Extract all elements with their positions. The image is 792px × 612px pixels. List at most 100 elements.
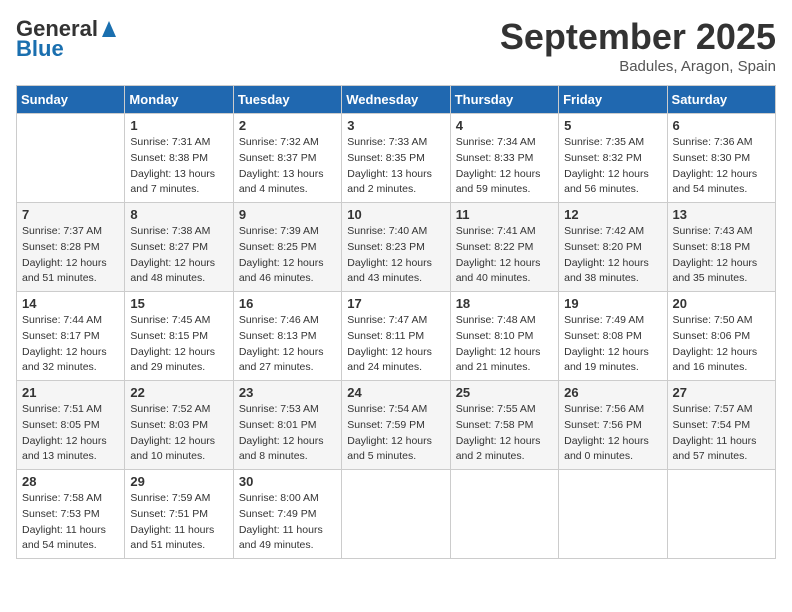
page-header: General Blue September 2025 Badules, Ara… <box>16 16 776 75</box>
calendar-cell: 28 Sunrise: 7:58 AM Sunset: 7:53 PM Dayli… <box>17 470 125 559</box>
day-number: 13 <box>673 207 770 222</box>
day-info: Sunrise: 7:39 AM Sunset: 8:25 PM Dayligh… <box>239 224 336 287</box>
calendar-cell: 14 Sunrise: 7:44 AM Sunset: 8:17 PM Dayli… <box>17 292 125 381</box>
day-number: 30 <box>239 474 336 489</box>
day-info: Sunrise: 7:37 AM Sunset: 8:28 PM Dayligh… <box>22 224 119 287</box>
day-info: Sunrise: 7:36 AM Sunset: 8:30 PM Dayligh… <box>673 135 770 198</box>
day-info: Sunrise: 7:57 AM Sunset: 7:54 PM Dayligh… <box>673 402 770 465</box>
calendar-cell: 9 Sunrise: 7:39 AM Sunset: 8:25 PM Daylig… <box>233 203 341 292</box>
calendar-cell: 11 Sunrise: 7:41 AM Sunset: 8:22 PM Dayli… <box>450 203 558 292</box>
day-info: Sunrise: 7:55 AM Sunset: 7:58 PM Dayligh… <box>456 402 553 465</box>
day-number: 5 <box>564 118 661 133</box>
weekday-header-thursday: Thursday <box>450 86 558 114</box>
weekday-header-saturday: Saturday <box>667 86 775 114</box>
title-block: September 2025 Badules, Aragon, Spain <box>500 16 776 75</box>
calendar-cell: 25 Sunrise: 7:55 AM Sunset: 7:58 PM Dayli… <box>450 381 558 470</box>
weekday-header-wednesday: Wednesday <box>342 86 450 114</box>
day-number: 23 <box>239 385 336 400</box>
day-info: Sunrise: 7:59 AM Sunset: 7:51 PM Dayligh… <box>130 491 227 554</box>
day-info: Sunrise: 8:00 AM Sunset: 7:49 PM Dayligh… <box>239 491 336 554</box>
calendar-cell <box>450 470 558 559</box>
weekday-header-friday: Friday <box>559 86 667 114</box>
calendar-cell: 27 Sunrise: 7:57 AM Sunset: 7:54 PM Dayli… <box>667 381 775 470</box>
day-info: Sunrise: 7:45 AM Sunset: 8:15 PM Dayligh… <box>130 313 227 376</box>
calendar-cell: 8Sunrise: 7:38 AM Sunset: 8:27 PM Daylig… <box>125 203 233 292</box>
calendar-cell: 26 Sunrise: 7:56 AM Sunset: 7:56 PM Dayli… <box>559 381 667 470</box>
day-info: Sunrise: 7:58 AM Sunset: 7:53 PM Dayligh… <box>22 491 119 554</box>
weekday-header-monday: Monday <box>125 86 233 114</box>
day-info: Sunrise: 7:56 AM Sunset: 7:56 PM Dayligh… <box>564 402 661 465</box>
day-number: 3 <box>347 118 444 133</box>
day-number: 25 <box>456 385 553 400</box>
day-number: 19 <box>564 296 661 311</box>
day-number: 18 <box>456 296 553 311</box>
calendar-cell: 6 Sunrise: 7:36 AM Sunset: 8:30 PM Daylig… <box>667 114 775 203</box>
calendar-cell: 4Sunrise: 7:34 AM Sunset: 8:33 PM Daylig… <box>450 114 558 203</box>
day-info: Sunrise: 7:47 AM Sunset: 8:11 PM Dayligh… <box>347 313 444 376</box>
day-number: 28 <box>22 474 119 489</box>
calendar-cell: 5 Sunrise: 7:35 AM Sunset: 8:32 PM Daylig… <box>559 114 667 203</box>
calendar-cell <box>342 470 450 559</box>
day-info: Sunrise: 7:51 AM Sunset: 8:05 PM Dayligh… <box>22 402 119 465</box>
calendar-cell <box>559 470 667 559</box>
calendar-cell: 19 Sunrise: 7:49 AM Sunset: 8:08 PM Dayli… <box>559 292 667 381</box>
day-info: Sunrise: 7:52 AM Sunset: 8:03 PM Dayligh… <box>130 402 227 465</box>
calendar-cell: 3 Sunrise: 7:33 AM Sunset: 8:35 PM Daylig… <box>342 114 450 203</box>
day-info: Sunrise: 7:38 AM Sunset: 8:27 PM Dayligh… <box>130 224 227 287</box>
calendar-cell: 18 Sunrise: 7:48 AM Sunset: 8:10 PM Dayli… <box>450 292 558 381</box>
day-number: 10 <box>347 207 444 222</box>
day-number: 17 <box>347 296 444 311</box>
day-info: Sunrise: 7:48 AM Sunset: 8:10 PM Dayligh… <box>456 313 553 376</box>
logo: General Blue <box>16 16 118 62</box>
calendar-cell: 20 Sunrise: 7:50 AM Sunset: 8:06 PM Dayli… <box>667 292 775 381</box>
day-info: Sunrise: 7:31 AM Sunset: 8:38 PM Dayligh… <box>130 135 227 198</box>
day-number: 14 <box>22 296 119 311</box>
calendar-cell: 13 Sunrise: 7:43 AM Sunset: 8:18 PM Dayli… <box>667 203 775 292</box>
day-number: 7 <box>22 207 119 222</box>
day-info: Sunrise: 7:49 AM Sunset: 8:08 PM Dayligh… <box>564 313 661 376</box>
day-number: 27 <box>673 385 770 400</box>
calendar-cell: 29 Sunrise: 7:59 AM Sunset: 7:51 PM Dayli… <box>125 470 233 559</box>
day-info: Sunrise: 7:43 AM Sunset: 8:18 PM Dayligh… <box>673 224 770 287</box>
calendar-cell: 24 Sunrise: 7:54 AM Sunset: 7:59 PM Dayli… <box>342 381 450 470</box>
day-info: Sunrise: 7:46 AM Sunset: 8:13 PM Dayligh… <box>239 313 336 376</box>
day-number: 16 <box>239 296 336 311</box>
day-info: Sunrise: 7:35 AM Sunset: 8:32 PM Dayligh… <box>564 135 661 198</box>
day-number: 29 <box>130 474 227 489</box>
logo-icon <box>100 17 118 39</box>
day-info: Sunrise: 7:44 AM Sunset: 8:17 PM Dayligh… <box>22 313 119 376</box>
day-info: Sunrise: 7:34 AM Sunset: 8:33 PM Dayligh… <box>456 135 553 198</box>
logo-text-blue: Blue <box>16 36 64 62</box>
day-number: 9 <box>239 207 336 222</box>
calendar-cell <box>667 470 775 559</box>
calendar-cell: 10 Sunrise: 7:40 AM Sunset: 8:23 PM Dayli… <box>342 203 450 292</box>
day-info: Sunrise: 7:32 AM Sunset: 8:37 PM Dayligh… <box>239 135 336 198</box>
calendar-table: SundayMondayTuesdayWednesdayThursdayFrid… <box>16 85 776 559</box>
day-info: Sunrise: 7:53 AM Sunset: 8:01 PM Dayligh… <box>239 402 336 465</box>
day-number: 12 <box>564 207 661 222</box>
day-number: 1 <box>130 118 227 133</box>
calendar-cell: 21Sunrise: 7:51 AM Sunset: 8:05 PM Dayli… <box>17 381 125 470</box>
day-info: Sunrise: 7:41 AM Sunset: 8:22 PM Dayligh… <box>456 224 553 287</box>
month-title: September 2025 <box>500 16 776 58</box>
day-number: 15 <box>130 296 227 311</box>
calendar-cell: 23 Sunrise: 7:53 AM Sunset: 8:01 PM Dayli… <box>233 381 341 470</box>
calendar-cell: 22Sunrise: 7:52 AM Sunset: 8:03 PM Dayli… <box>125 381 233 470</box>
day-info: Sunrise: 7:50 AM Sunset: 8:06 PM Dayligh… <box>673 313 770 376</box>
calendar-cell: 2 Sunrise: 7:32 AM Sunset: 8:37 PM Daylig… <box>233 114 341 203</box>
calendar-cell <box>17 114 125 203</box>
day-number: 11 <box>456 207 553 222</box>
day-number: 26 <box>564 385 661 400</box>
calendar-cell: 12Sunrise: 7:42 AM Sunset: 8:20 PM Dayli… <box>559 203 667 292</box>
day-number: 2 <box>239 118 336 133</box>
day-info: Sunrise: 7:40 AM Sunset: 8:23 PM Dayligh… <box>347 224 444 287</box>
calendar-cell: 1 Sunrise: 7:31 AM Sunset: 8:38 PM Daylig… <box>125 114 233 203</box>
day-number: 6 <box>673 118 770 133</box>
day-number: 24 <box>347 385 444 400</box>
day-number: 20 <box>673 296 770 311</box>
day-info: Sunrise: 7:54 AM Sunset: 7:59 PM Dayligh… <box>347 402 444 465</box>
calendar-cell: 7 Sunrise: 7:37 AM Sunset: 8:28 PM Daylig… <box>17 203 125 292</box>
location-subtitle: Badules, Aragon, Spain <box>500 58 776 75</box>
calendar-cell: 16 Sunrise: 7:46 AM Sunset: 8:13 PM Dayli… <box>233 292 341 381</box>
day-info: Sunrise: 7:33 AM Sunset: 8:35 PM Dayligh… <box>347 135 444 198</box>
